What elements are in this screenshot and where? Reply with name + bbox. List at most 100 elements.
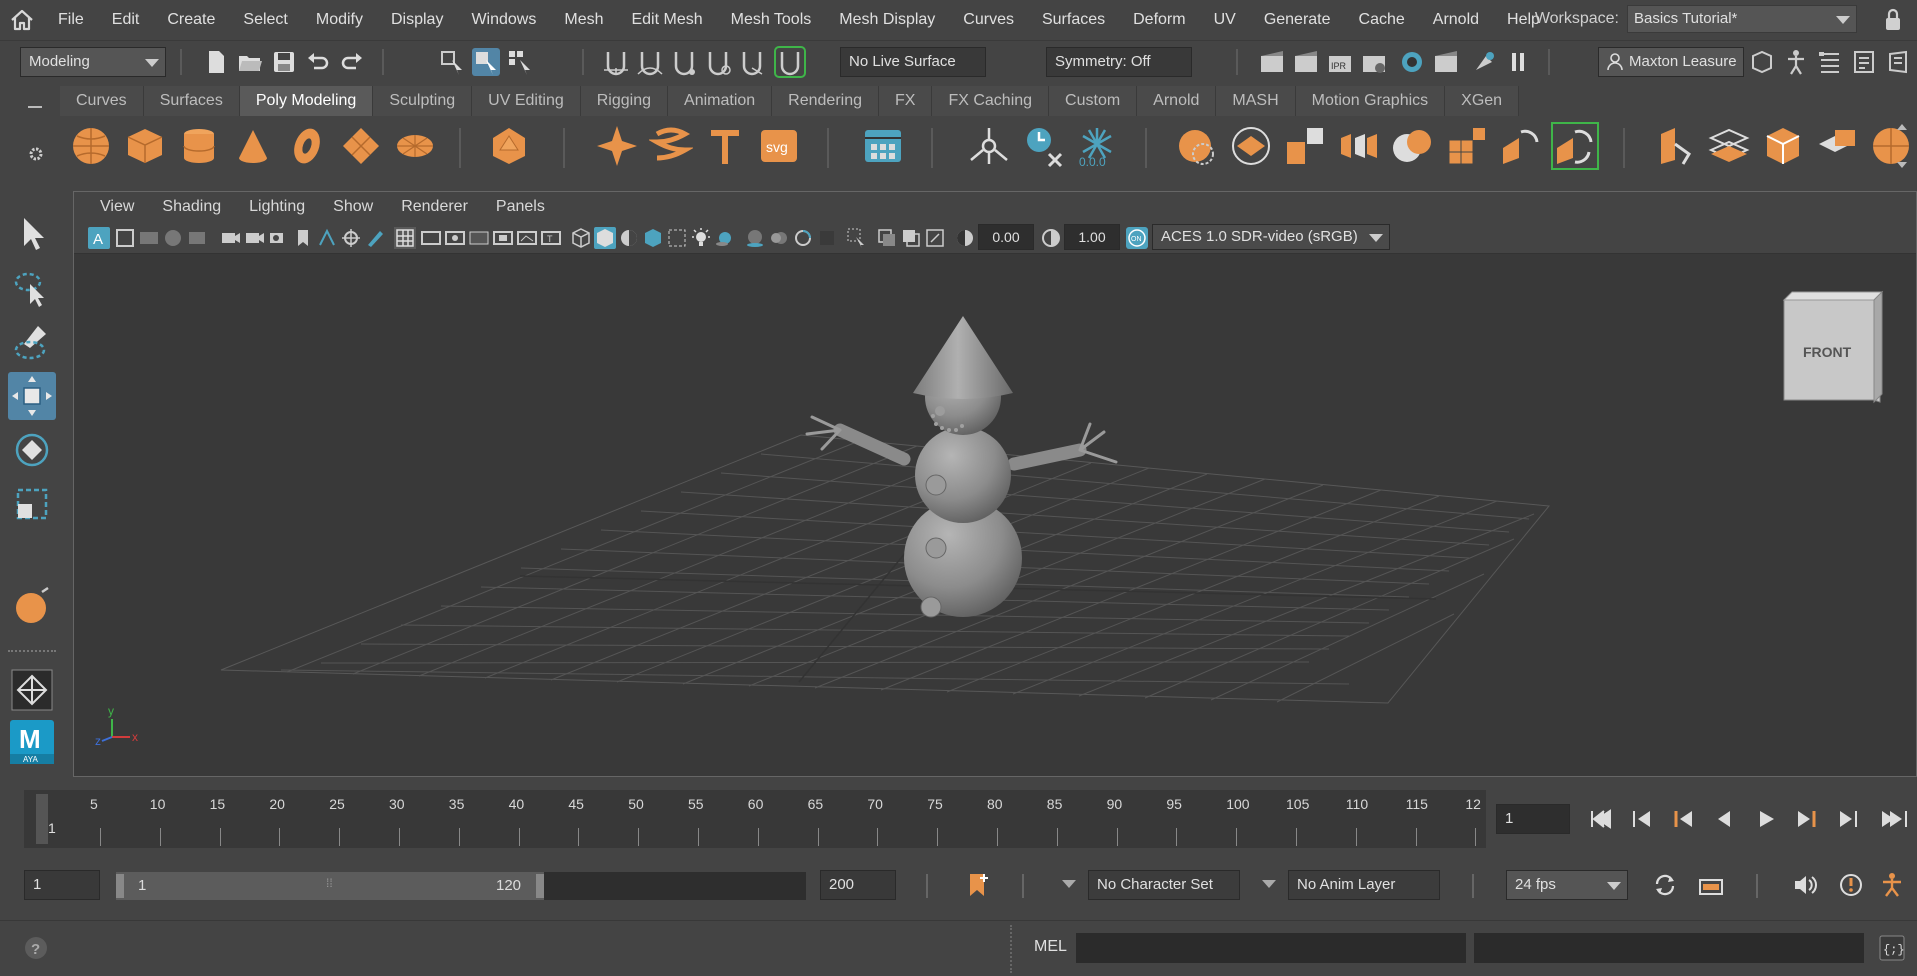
poly-torus-icon[interactable]: [285, 124, 329, 168]
exposure-field[interactable]: 0.00: [978, 224, 1034, 250]
offset-edge-loop-icon[interactable]: [1707, 124, 1751, 168]
menu-modify[interactable]: Modify: [302, 0, 377, 40]
svg-tool-icon[interactable]: svg: [757, 124, 801, 168]
chevron-down-icon[interactable]: [1262, 880, 1276, 888]
shadows-icon[interactable]: [714, 227, 736, 249]
gear-icon[interactable]: [28, 146, 44, 166]
menu-mesh-display[interactable]: Mesh Display: [825, 0, 949, 40]
grease-pencil-tool-icon[interactable]: [340, 227, 362, 249]
script-editor-icon[interactable]: {;}: [1878, 934, 1906, 966]
super-shape-icon[interactable]: [595, 124, 639, 168]
field-chart-icon[interactable]: [492, 227, 514, 249]
panel-menu-lighting[interactable]: Lighting: [235, 198, 319, 216]
move-tool-icon[interactable]: [8, 372, 56, 420]
undo-icon[interactable]: [304, 48, 332, 76]
separate-icon[interactable]: [1283, 124, 1327, 168]
menu-deform[interactable]: Deform: [1119, 0, 1199, 40]
step-forward-frame-icon[interactable]: [1840, 811, 1857, 827]
modeling-toolkit-icon[interactable]: [1748, 48, 1776, 76]
grease-pencil-icon[interactable]: [186, 227, 208, 249]
lasso-tool-icon[interactable]: [8, 264, 56, 312]
poly-cube-icon[interactable]: [123, 124, 167, 168]
menu-select[interactable]: Select: [229, 0, 301, 40]
shelf-tab-animation[interactable]: Animation: [668, 86, 773, 116]
append-polygon-icon[interactable]: [1761, 124, 1805, 168]
user-account-button[interactable]: Maxton Leasure: [1598, 47, 1744, 77]
range-slider-handle[interactable]: 1 ⁞⁞ 120: [116, 872, 544, 900]
panel-menu-show[interactable]: Show: [319, 198, 387, 216]
select-tool-icon[interactable]: [8, 210, 56, 258]
menu-uv[interactable]: UV: [1200, 0, 1250, 40]
range-end-grip[interactable]: [536, 874, 544, 898]
select-object-icon[interactable]: [472, 48, 500, 76]
shelf-tab-uv-editing[interactable]: UV Editing: [472, 86, 581, 116]
resolution-gate-icon[interactable]: [444, 227, 466, 249]
play-backwards-icon[interactable]: [1718, 811, 1730, 827]
animation-preferences-icon[interactable]: [1878, 872, 1906, 902]
hypershade-icon[interactable]: [1398, 48, 1426, 76]
menu-windows[interactable]: Windows: [457, 0, 550, 40]
camera-lock-icon[interactable]: [244, 227, 266, 249]
arnold-render-icon[interactable]: [1470, 48, 1498, 76]
use-all-lights-icon[interactable]: [666, 227, 688, 249]
light-bulb-icon[interactable]: [690, 227, 712, 249]
mash-distribute-icon[interactable]: [967, 124, 1011, 168]
redo-icon[interactable]: [338, 48, 366, 76]
menu-generate[interactable]: Generate: [1250, 0, 1345, 40]
fill-hole-icon[interactable]: [1815, 124, 1859, 168]
character-set-dropdown[interactable]: No Character Set: [1088, 870, 1240, 900]
panel-menu-shading[interactable]: Shading: [148, 198, 235, 216]
shelf-tab-fx-caching[interactable]: FX Caching: [932, 86, 1050, 116]
select-camera-icon[interactable]: A: [88, 227, 110, 249]
xray-icon[interactable]: [876, 227, 898, 249]
menu-cache[interactable]: Cache: [1345, 0, 1419, 40]
range-start-grip[interactable]: [116, 874, 124, 898]
channel-box-icon[interactable]: [1884, 48, 1912, 76]
shelf-collapse-icon[interactable]: [28, 106, 42, 108]
poly-disc-icon[interactable]: [393, 124, 437, 168]
shelf-scroll-arrows[interactable]: [1895, 120, 1909, 172]
layout-quick-icon[interactable]: [8, 666, 56, 714]
panel-menu-renderer[interactable]: Renderer: [387, 198, 482, 216]
anti-aliasing-icon[interactable]: [792, 227, 814, 249]
image-plane-icon[interactable]: [162, 227, 184, 249]
bool-union-icon[interactable]: [1175, 124, 1219, 168]
anim-layer-dropdown[interactable]: No Anim Layer: [1288, 870, 1440, 900]
depth-of-field-icon[interactable]: [816, 227, 838, 249]
time-slider-track[interactable]: 1 5 10 15 20 25 30 35 40 45 50 55 60 65 70 75 80 85 90 95 1…: [24, 790, 1486, 848]
menu-mesh-tools[interactable]: Mesh Tools: [717, 0, 826, 40]
poly-helix-icon[interactable]: [647, 124, 695, 168]
multi-cut-icon[interactable]: [1551, 122, 1599, 170]
maya-logo-icon[interactable]: M AYA: [8, 718, 56, 766]
select-component-icon[interactable]: [506, 48, 534, 76]
go-to-start-icon[interactable]: [1591, 809, 1611, 829]
gamma-icon[interactable]: [1040, 227, 1062, 249]
menu-curves[interactable]: Curves: [949, 0, 1028, 40]
gamma-field[interactable]: 1.00: [1064, 224, 1120, 250]
exposure-icon[interactable]: [954, 227, 976, 249]
camera-icon[interactable]: [220, 227, 242, 249]
poly-sphere-icon[interactable]: [69, 124, 113, 168]
gate-mask-icon[interactable]: [468, 227, 490, 249]
shelf-tab-rigging[interactable]: Rigging: [580, 86, 669, 116]
shelf-tab-motion-graphics[interactable]: Motion Graphics: [1295, 86, 1446, 116]
tool-settings-icon[interactable]: [1850, 48, 1878, 76]
mash-time-icon[interactable]: [1021, 124, 1065, 168]
new-scene-icon[interactable]: [202, 48, 230, 76]
platonic-solid-icon[interactable]: [487, 124, 531, 168]
fps-dropdown[interactable]: 24 fps: [1506, 870, 1628, 900]
evaluation-icon[interactable]: [1838, 872, 1864, 902]
script-language-toggle[interactable]: MEL: [1034, 938, 1067, 956]
attribute-editor-icon[interactable]: [1816, 48, 1844, 76]
save-scene-icon[interactable]: [270, 48, 298, 76]
animation-start-field[interactable]: 1: [24, 870, 100, 900]
shelf-tab-rendering[interactable]: Rendering: [772, 86, 879, 116]
menu-arnold[interactable]: Arnold: [1419, 0, 1493, 40]
help-line-icon[interactable]: ?: [24, 936, 48, 964]
render-frame-icon[interactable]: [1292, 48, 1320, 76]
menu-edit-mesh[interactable]: Edit Mesh: [617, 0, 716, 40]
film-gate-toggle-icon[interactable]: [420, 227, 442, 249]
animation-end-field[interactable]: 200: [820, 870, 896, 900]
isolate-select-icon[interactable]: [846, 227, 868, 249]
smooth-icon[interactable]: [1337, 124, 1381, 168]
